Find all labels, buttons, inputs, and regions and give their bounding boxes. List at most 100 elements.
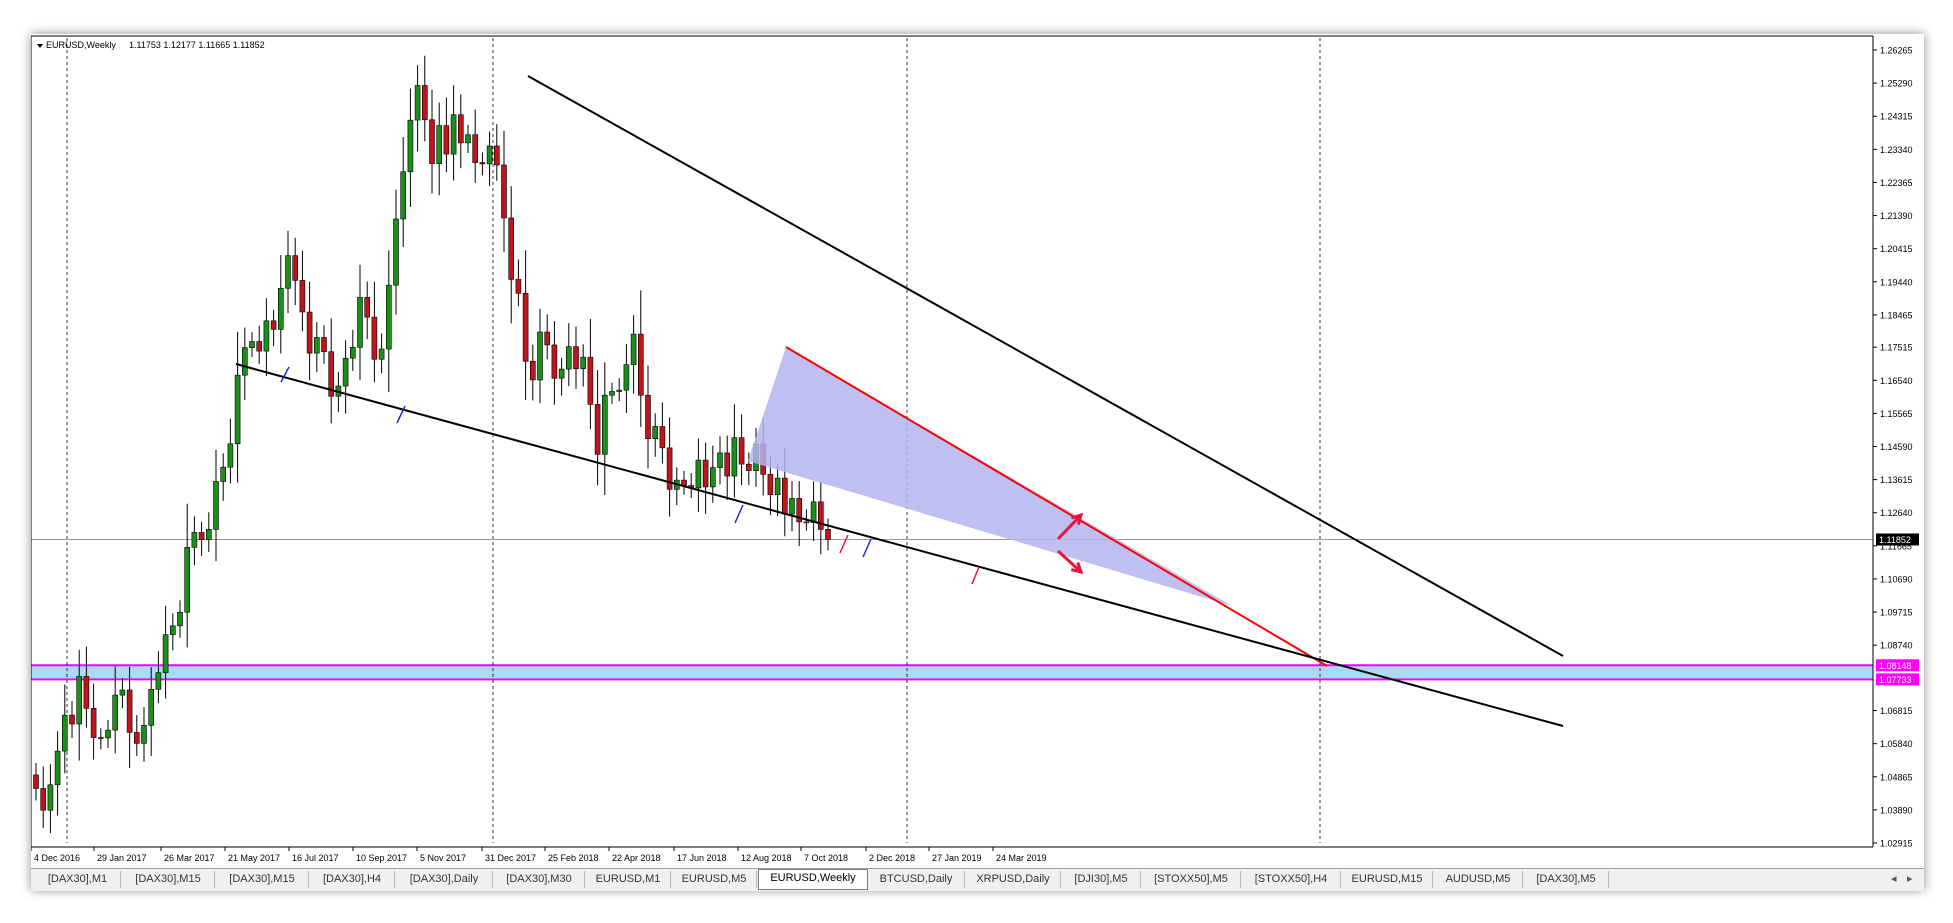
candle [465, 124, 471, 154]
trendlines [235, 75, 1564, 727]
candle-body [465, 134, 471, 144]
candle [213, 449, 219, 562]
candle-body [148, 689, 154, 726]
y-tick-label: 1.19440 [1880, 277, 1913, 287]
candle [177, 600, 183, 638]
candle-body [270, 320, 277, 330]
chart-tab[interactable]: EURUSD,M5 [672, 871, 757, 888]
y-tick-label: 1.22365 [1880, 178, 1913, 188]
upper-trendline [527, 75, 1564, 657]
chart-tab[interactable]: [DAX30],M1 [35, 871, 121, 888]
chart-tab[interactable]: [DAX30],M15 [216, 871, 309, 888]
candle-body [436, 125, 443, 164]
candle-body [609, 391, 615, 396]
chart-tab[interactable]: XRPUSD,Daily [966, 871, 1061, 888]
chart-tab[interactable]: [DAX30],M5 [1524, 871, 1609, 888]
chart-tab[interactable]: BTCUSD,Daily [868, 871, 965, 888]
candle [69, 700, 75, 739]
candle [206, 512, 212, 552]
candle [119, 678, 126, 709]
chart-tab[interactable]: EURUSD,M1 [586, 871, 671, 888]
candle-body [407, 119, 414, 173]
y-tick-label: 1.17515 [1880, 343, 1913, 353]
candle [198, 521, 205, 556]
candle [321, 325, 327, 364]
candle-body [450, 114, 457, 155]
candle [623, 344, 630, 413]
chart-tab[interactable]: EURUSD,M15 [1342, 871, 1433, 888]
candle [436, 102, 443, 196]
candle [695, 438, 702, 512]
x-tick-label: 4 Dec 2016 [34, 853, 80, 863]
candle-body [414, 85, 421, 121]
candle-body [83, 676, 90, 709]
candle [313, 322, 320, 373]
candle-body [76, 676, 83, 725]
candle-body [349, 347, 356, 359]
zone-top-price-label: 1.08148 [1879, 661, 1912, 671]
candle [249, 332, 255, 358]
candle-body [40, 788, 46, 811]
candle [234, 331, 241, 483]
candle [681, 470, 687, 495]
candle [702, 442, 709, 514]
touch-mark [280, 366, 290, 383]
candle [479, 152, 486, 176]
candle [285, 230, 291, 314]
y-tick-label: 1.08740 [1880, 641, 1913, 651]
candle-body [558, 368, 565, 379]
chart-tab[interactable]: EURUSD,Weekly [758, 869, 868, 890]
candle-body [170, 625, 176, 635]
candle [573, 326, 579, 389]
chart-tab[interactable]: [DAX30],Daily [396, 871, 493, 888]
candle-body [242, 347, 248, 376]
candle [141, 707, 147, 762]
candle [170, 613, 176, 651]
candle-body [234, 374, 241, 445]
candle-body [702, 459, 709, 488]
candle [580, 344, 587, 387]
candle-body [616, 389, 623, 392]
candle-body [717, 452, 723, 468]
candle-body [220, 466, 226, 482]
scroll-right-icon[interactable]: ▸ [1907, 872, 1913, 885]
candle-body [385, 284, 392, 350]
candle [134, 714, 140, 756]
touch-mark [971, 566, 980, 585]
chart-tab[interactable]: [DAX30],M30 [494, 871, 585, 888]
candle-body [565, 346, 572, 370]
scroll-left-icon[interactable]: ◂ [1891, 872, 1897, 885]
y-tick-label: 1.23340 [1880, 145, 1913, 155]
candle [191, 516, 198, 566]
candle-body [177, 611, 183, 627]
candle-body [637, 333, 644, 396]
candle-body [155, 672, 162, 690]
candle [83, 646, 90, 728]
y-tick-label: 1.12640 [1880, 508, 1913, 518]
candle-body [292, 255, 299, 281]
candle [508, 186, 515, 324]
price-chart[interactable]: 1.26265 1.25290 1.24315 1.23340 1.22365 1.213… [31, 34, 1924, 868]
candle [443, 97, 450, 173]
candle-body [825, 529, 831, 540]
chart-tab[interactable]: [DAX30],M15 [122, 871, 215, 888]
candle-body [695, 459, 702, 489]
y-tick-label: 1.03890 [1880, 805, 1913, 815]
chart-tab[interactable]: [DAX30],H4 [310, 871, 395, 888]
y-tick-label: 1.24315 [1880, 112, 1913, 122]
candle-body [213, 481, 219, 530]
x-tick-label: 24 Mar 2019 [996, 853, 1047, 863]
candle [717, 436, 723, 485]
chart-tab[interactable]: [STOXX50],M5 [1142, 871, 1241, 888]
candle [328, 318, 335, 424]
chart-menu-arrow-icon[interactable] [37, 44, 43, 48]
candle [501, 130, 507, 252]
candle-body [789, 498, 795, 515]
x-tick-label: 17 Jun 2018 [677, 853, 727, 863]
chart-tab[interactable]: [STOXX50],H4 [1242, 871, 1341, 888]
chart-tab[interactable]: AUDUSD,M5 [1434, 871, 1523, 888]
candle [666, 417, 673, 517]
candle-body [357, 297, 363, 348]
candle [565, 323, 572, 387]
chart-tab[interactable]: [DJI30],M5 [1062, 871, 1141, 888]
